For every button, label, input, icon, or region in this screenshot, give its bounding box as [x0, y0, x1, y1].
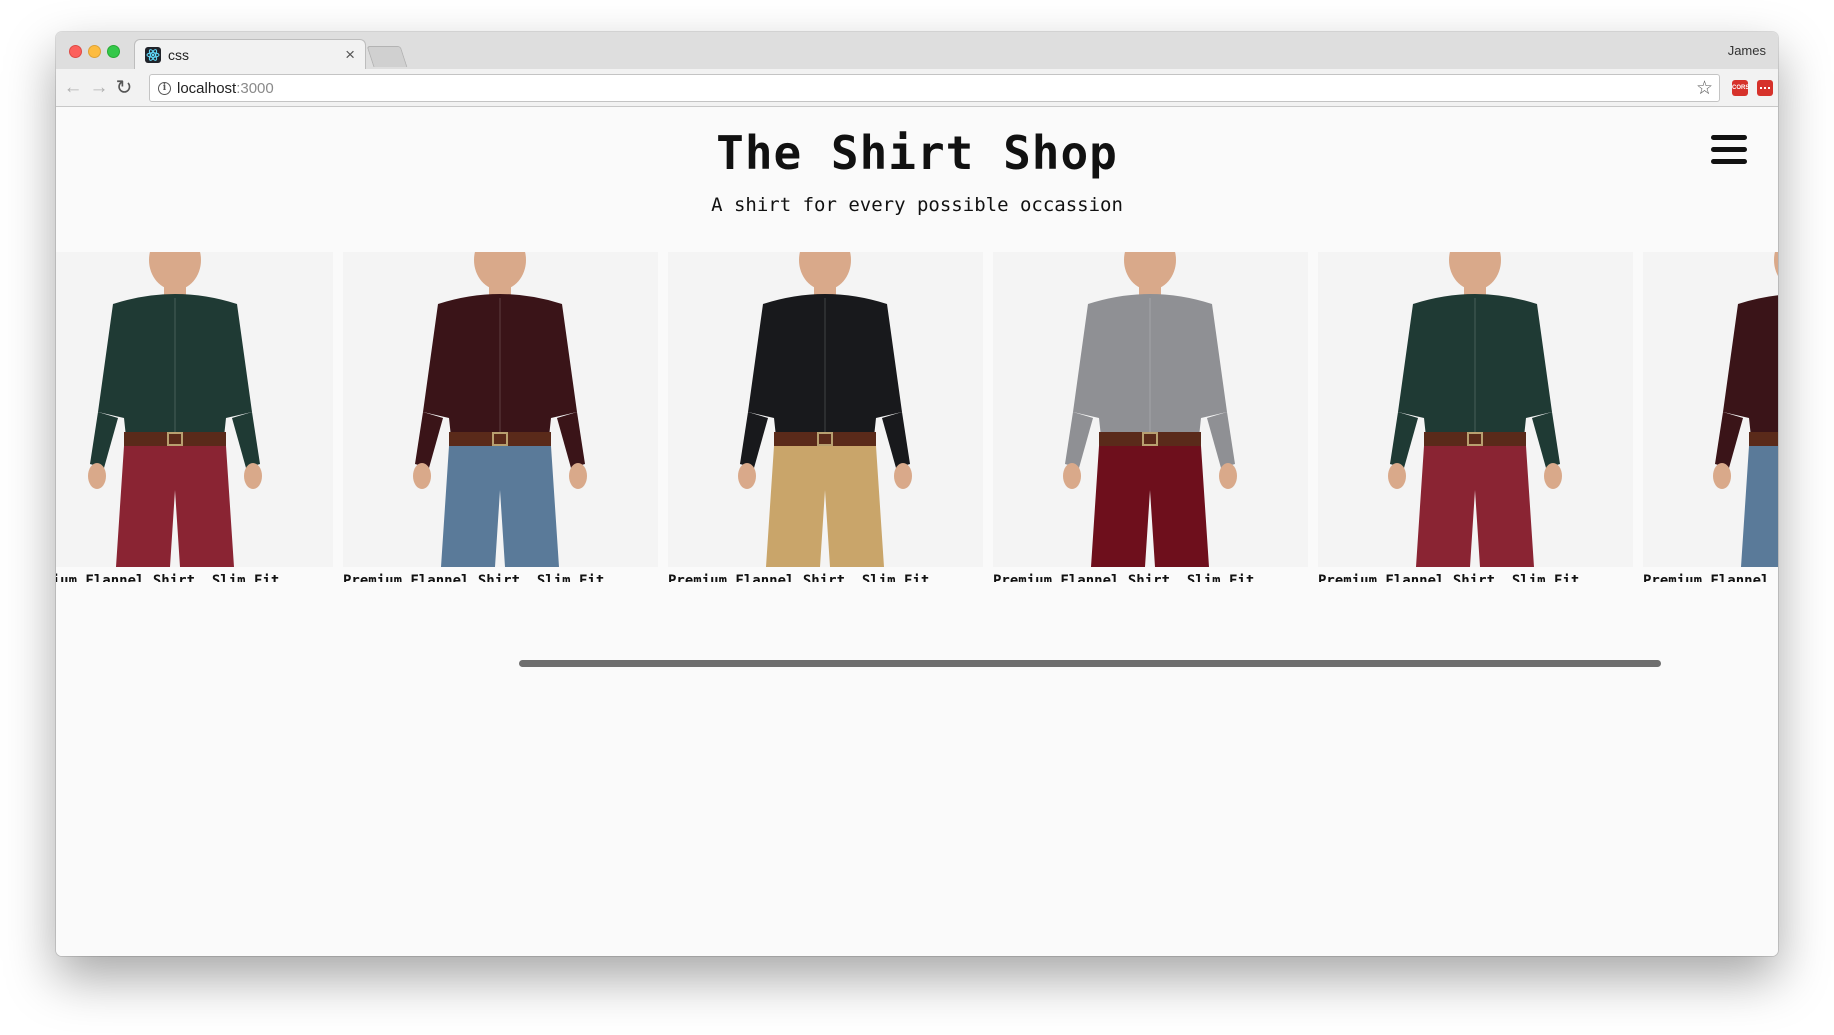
site-tagline: A shirt for every possible occassion — [711, 194, 1123, 216]
product-image[interactable] — [56, 252, 333, 567]
browser-window: css × James ← → ↻ i localhost:3000 ☆ COR… — [56, 32, 1778, 956]
zoom-window-button[interactable] — [107, 45, 120, 58]
product-title[interactable]: Premium Flannel Shirt, Slim Fit — [1318, 573, 1633, 582]
cors-extension-icon[interactable]: CORS — [1732, 80, 1749, 96]
bookmark-star-icon[interactable]: ☆ — [1696, 77, 1713, 100]
scrollbar-thumb[interactable] — [519, 660, 1661, 667]
product-image[interactable] — [1643, 252, 1778, 567]
url-text[interactable]: localhost:3000 — [177, 80, 274, 97]
product-track: Premium Flannel Shirt, Slim FitBlue/Blac… — [56, 252, 1778, 582]
product-title[interactable]: Premium Flannel Shirt, Slim Fit — [1643, 573, 1778, 582]
product-carousel[interactable]: Premium Flannel Shirt, Slim FitBlue/Blac… — [56, 252, 1778, 582]
title-bar: css × James — [56, 32, 1778, 69]
product-image[interactable] — [343, 252, 658, 567]
product-image[interactable] — [993, 252, 1308, 567]
product-title[interactable]: Premium Flannel Shirt, Slim Fit — [668, 573, 983, 582]
url-port: :3000 — [236, 80, 274, 97]
product-card[interactable]: Premium Flannel Shirt, Slim FitRed Heath… — [1643, 252, 1778, 582]
close-window-button[interactable] — [69, 45, 82, 58]
react-favicon-icon — [145, 47, 161, 63]
product-title[interactable]: Premium Flannel Shirt, Slim Fit — [56, 573, 333, 582]
product-image[interactable] — [1318, 252, 1633, 567]
url-host: localhost — [177, 80, 237, 97]
product-card[interactable]: Premium Flannel Shirt, Slim FitRiver Roc… — [993, 252, 1308, 582]
product-card[interactable]: Premium Flannel Shirt, Slim FitGrey Heat… — [668, 252, 983, 582]
page-content: The Shirt Shop A shirt for every possibl… — [56, 108, 1778, 956]
address-bar[interactable]: i localhost:3000 ☆ — [149, 74, 1720, 102]
browser-toolbar: ← → ↻ i localhost:3000 ☆ CORS ⋮ — [56, 69, 1778, 107]
site-info-icon[interactable]: i — [158, 82, 171, 95]
product-title[interactable]: Premium Flannel Shirt, Slim Fit — [343, 573, 658, 582]
back-arrow-icon[interactable]: ← — [62, 77, 84, 99]
reload-icon[interactable]: ↻ — [113, 77, 135, 99]
new-tab-button[interactable] — [366, 46, 408, 67]
product-card[interactable]: Premium Flannel Shirt, Slim FitBlue/Blac… — [56, 252, 333, 582]
site-title: The Shirt Shop — [716, 126, 1118, 180]
product-title[interactable]: Premium Flannel Shirt, Slim Fit — [993, 573, 1308, 582]
extension-icon[interactable] — [1757, 80, 1773, 96]
hamburger-menu-icon[interactable] — [1711, 135, 1747, 165]
browser-tab[interactable]: css × — [134, 39, 366, 69]
profile-name[interactable]: James — [1728, 43, 1766, 58]
product-card[interactable]: Premium Flannel Shirt, Slim FitBlue/Blac… — [1318, 252, 1633, 582]
tab-close-icon[interactable]: × — [345, 45, 355, 65]
tab-title: css — [168, 47, 189, 63]
minimize-window-button[interactable] — [88, 45, 101, 58]
horizontal-scrollbar[interactable] — [519, 660, 1661, 667]
product-image[interactable] — [668, 252, 983, 567]
product-card[interactable]: Premium Flannel Shirt, Slim FitRed Heath… — [343, 252, 658, 582]
forward-arrow-icon[interactable]: → — [88, 77, 110, 99]
